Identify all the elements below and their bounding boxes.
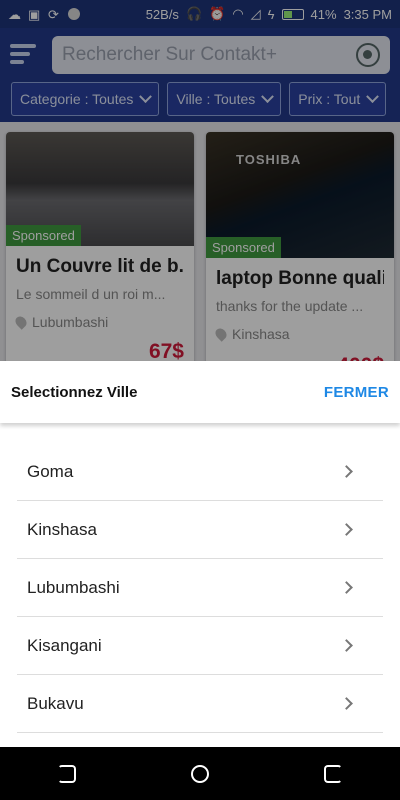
city-item-bukavu[interactable]: Bukavu (17, 675, 383, 733)
city-list: Goma Kinshasa Lubumbashi Kisangani Bukav… (17, 443, 383, 733)
chevron-right-icon (340, 697, 353, 710)
system-nav-bar (0, 747, 400, 800)
recent-apps-icon[interactable] (324, 764, 343, 783)
city-item-goma[interactable]: Goma (17, 443, 383, 501)
chevron-right-icon (340, 465, 353, 478)
modal-scrim[interactable] (0, 0, 400, 362)
city-label: Goma (27, 461, 74, 481)
back-icon[interactable] (57, 764, 76, 783)
city-label: Lubumbashi (27, 577, 120, 597)
chevron-right-icon (340, 581, 353, 594)
sheet-header: Selectionnez Ville FERMER (0, 361, 400, 423)
home-icon[interactable] (190, 764, 209, 783)
city-picker-sheet: Selectionnez Ville FERMER Goma Kinshasa … (0, 361, 400, 747)
city-item-lubumbashi[interactable]: Lubumbashi (17, 559, 383, 617)
city-item-kinshasa[interactable]: Kinshasa (17, 501, 383, 559)
close-button[interactable]: FERMER (324, 384, 389, 401)
chevron-right-icon (340, 523, 353, 536)
sheet-title: Selectionnez Ville (11, 383, 138, 401)
city-label: Bukavu (27, 693, 84, 713)
city-label: Kinshasa (27, 519, 97, 539)
city-label: Kisangani (27, 635, 102, 655)
city-item-kisangani[interactable]: Kisangani (17, 617, 383, 675)
chevron-right-icon (340, 639, 353, 652)
